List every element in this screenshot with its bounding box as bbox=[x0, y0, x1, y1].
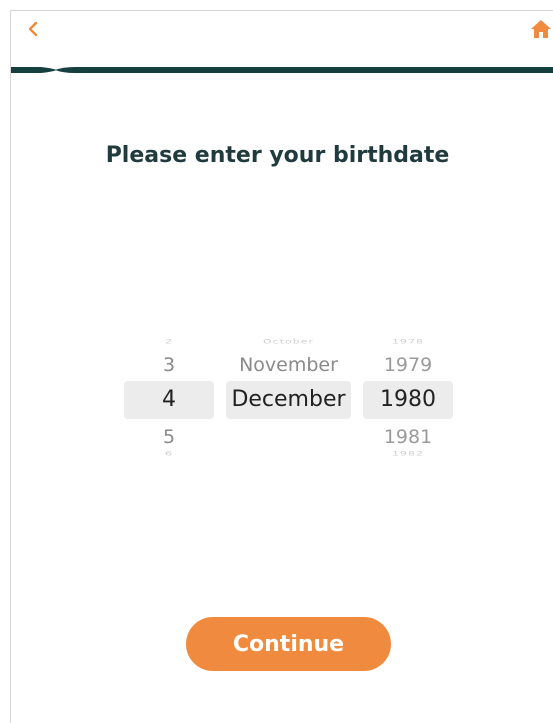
day-wheel[interactable]: 2 3 4 5 6 bbox=[124, 329, 214, 469]
progress-bar bbox=[11, 67, 553, 73]
day-option[interactable]: 2 bbox=[124, 338, 214, 345]
back-button[interactable] bbox=[23, 16, 45, 42]
year-option[interactable]: 1981 bbox=[363, 426, 453, 448]
year-option[interactable]: 1982 bbox=[363, 450, 453, 457]
app-screen: Please enter your birthdate 2 3 4 5 6 Oc… bbox=[10, 10, 553, 723]
day-option[interactable]: 3 bbox=[124, 354, 214, 376]
continue-button[interactable]: Continue bbox=[186, 617, 391, 671]
day-option[interactable]: 5 bbox=[124, 426, 214, 448]
page-title: Please enter your birthdate bbox=[105, 143, 450, 168]
month-wheel[interactable]: October November December bbox=[226, 329, 351, 469]
birthdate-picker[interactable]: 2 3 4 5 6 October November December 1978… bbox=[11, 329, 553, 469]
top-bar bbox=[11, 11, 553, 51]
chevron-left-icon bbox=[28, 21, 38, 37]
year-wheel[interactable]: 1978 1979 1980 1981 1982 bbox=[363, 329, 453, 469]
year-option[interactable]: 1979 bbox=[363, 354, 453, 376]
year-selected-option[interactable]: 1980 bbox=[363, 387, 453, 412]
month-selected-option[interactable]: December bbox=[226, 387, 351, 412]
year-option[interactable]: 1978 bbox=[363, 338, 453, 345]
home-icon bbox=[531, 20, 551, 38]
month-option[interactable]: October bbox=[226, 338, 351, 345]
day-selected-option[interactable]: 4 bbox=[124, 387, 214, 412]
home-button[interactable] bbox=[529, 17, 553, 41]
day-option[interactable]: 6 bbox=[124, 450, 214, 457]
month-option[interactable]: November bbox=[226, 354, 351, 376]
